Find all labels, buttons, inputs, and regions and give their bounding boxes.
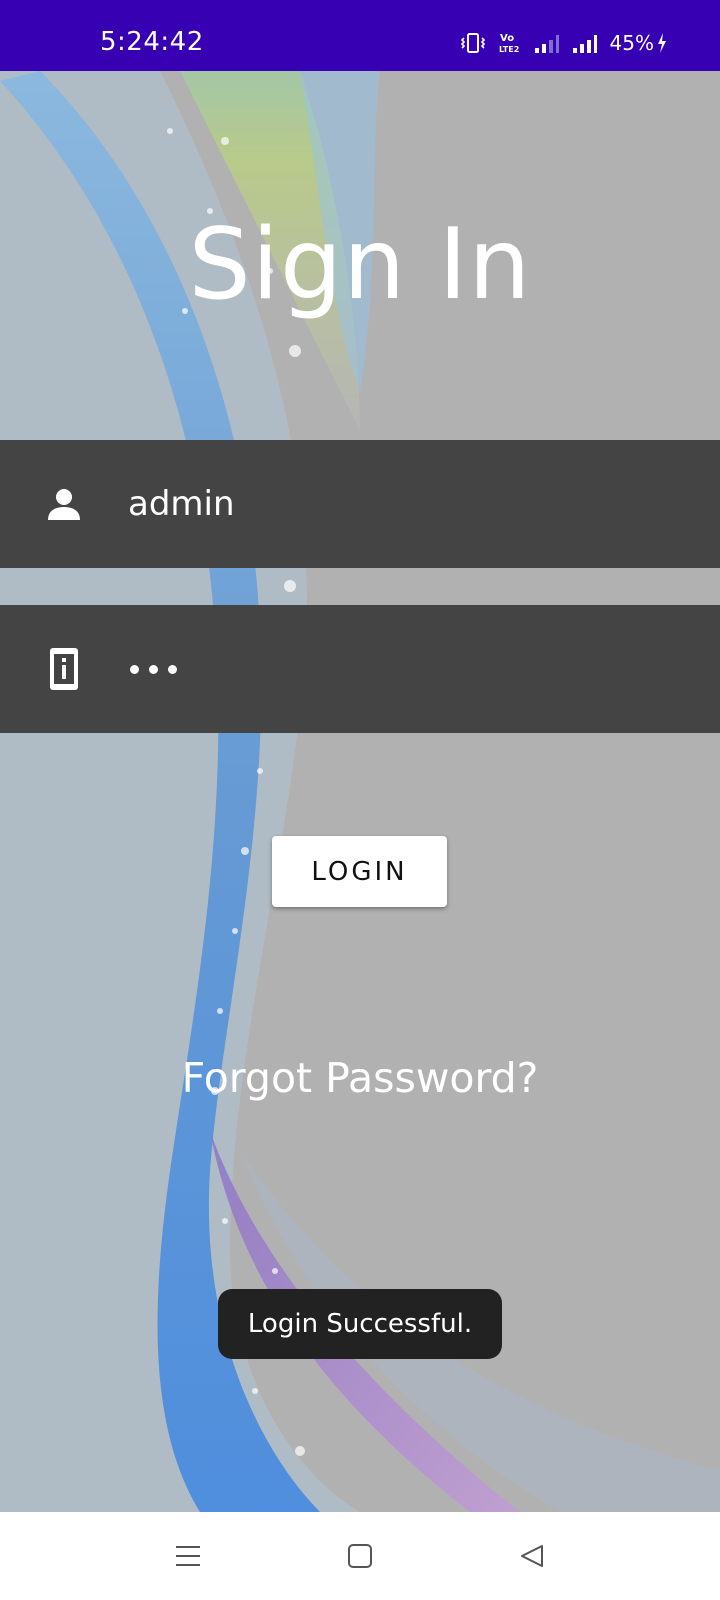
info-card-icon bbox=[44, 648, 84, 690]
charging-icon bbox=[658, 33, 666, 53]
password-input[interactable] bbox=[128, 605, 720, 733]
status-time: 5:24:42 bbox=[100, 27, 204, 57]
login-screen: Sign In admin LOGIN Forgot Password? Log… bbox=[0, 71, 720, 1512]
password-field-row bbox=[0, 605, 720, 733]
signal-weak-icon bbox=[534, 35, 559, 53]
person-icon bbox=[44, 484, 84, 524]
status-bar: 5:24:42 Vo LTE2 45% bbox=[0, 0, 720, 71]
status-icons: Vo LTE2 45% bbox=[460, 28, 668, 58]
volte-icon: Vo LTE2 bbox=[499, 33, 519, 54]
login-button[interactable]: LOGIN bbox=[272, 836, 447, 907]
svg-text:Vo: Vo bbox=[500, 33, 514, 44]
password-mask bbox=[130, 664, 177, 674]
vibrate-icon bbox=[460, 33, 485, 53]
toast-text: Login Successful. bbox=[247, 1309, 473, 1339]
forgot-password-link[interactable]: Forgot Password? bbox=[0, 1054, 720, 1102]
username-input[interactable]: admin bbox=[128, 440, 720, 568]
username-value: admin bbox=[128, 484, 235, 524]
home-icon[interactable] bbox=[342, 1538, 378, 1574]
back-icon[interactable] bbox=[514, 1538, 550, 1574]
username-field-row: admin bbox=[0, 440, 720, 568]
toast-message: Login Successful. bbox=[218, 1289, 502, 1359]
battery-percentage: 45% bbox=[609, 31, 654, 55]
page-title: Sign In bbox=[188, 208, 532, 322]
menu-icon[interactable] bbox=[170, 1538, 206, 1574]
signal-icon bbox=[572, 35, 597, 53]
navigation-bar bbox=[0, 1512, 720, 1600]
svg-text:LTE2: LTE2 bbox=[499, 45, 519, 54]
